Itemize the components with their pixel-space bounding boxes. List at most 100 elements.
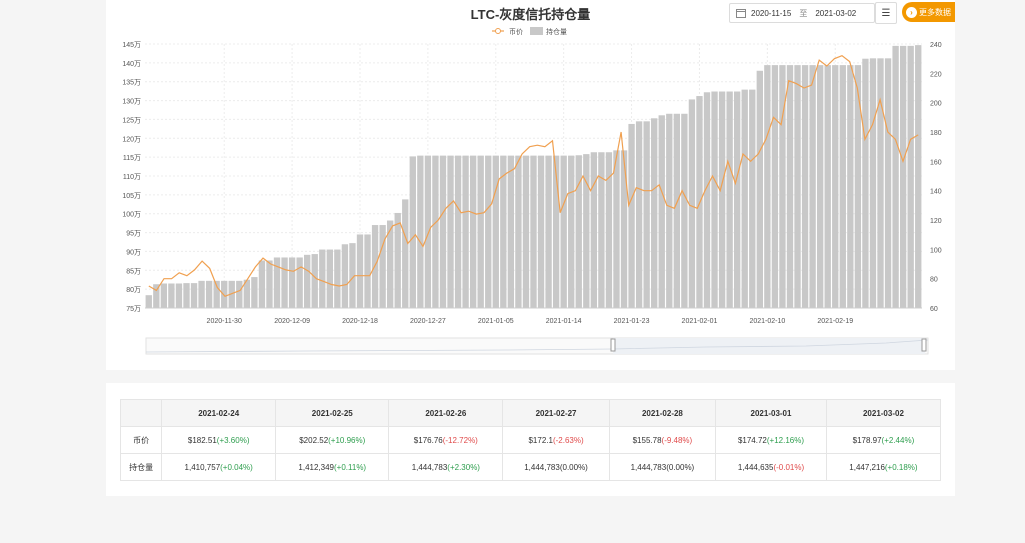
x-tick-label: 2021-02-10 [749, 318, 785, 325]
holding-bar [530, 155, 537, 308]
right-tick-label: 180 [930, 130, 942, 137]
holding-bar [462, 155, 469, 308]
right-tick-label: 80 [930, 277, 938, 284]
left-tick-label: 115万 [123, 154, 141, 162]
table-date-header: 2021-02-24 [161, 399, 277, 427]
holdings-change: (0.00%) [559, 462, 588, 472]
left-tick-label: 120万 [122, 135, 141, 143]
holding-bar [847, 65, 854, 309]
holding-bar [492, 155, 499, 308]
left-tick-label: 75万 [126, 305, 141, 313]
left-tick-label: 145万 [122, 41, 141, 49]
price-cell: $176.76(-12.72%) [388, 426, 504, 454]
table-date-header: 2021-02-28 [608, 399, 717, 427]
holding-bar [432, 155, 439, 308]
table-date-header: 2021-03-01 [715, 399, 827, 427]
holdings-value: 1,444,783 [524, 462, 560, 472]
left-tick-label: 85万 [126, 267, 141, 275]
holding-bar [319, 249, 326, 308]
price-value: $202.52 [299, 435, 329, 445]
holding-bar [801, 65, 809, 309]
price-value: $172.1 [528, 435, 553, 445]
right-tick-label: 200 [930, 101, 942, 108]
holding-bar [258, 260, 266, 308]
holding-bar [251, 277, 258, 308]
holding-bar [469, 155, 477, 308]
holding-bar [771, 65, 779, 309]
price-change: (-2.63%) [552, 435, 584, 445]
zoom-handle-right [921, 338, 927, 352]
holdings-cell: 1,412,349(+0.11%) [275, 453, 390, 481]
holdings-value: 1,444,783 [630, 462, 667, 472]
holding-bar [613, 150, 620, 308]
table-date-header: 2021-03-02 [825, 399, 942, 427]
holding-bar [379, 225, 386, 308]
table-date-header: 2021-02-25 [275, 399, 390, 427]
holding-bar [454, 155, 462, 308]
holding-bar [205, 280, 213, 308]
holding-bar [545, 155, 552, 308]
holdings-value: 1,410,757 [184, 462, 221, 472]
table-corner-cell [119, 399, 163, 427]
chart-card: LTC-灰度信托持仓量 2020-11-15 至 2021-03-02 ☰ › … [106, 0, 955, 370]
holding-bar [296, 257, 303, 308]
right-tick-label: 140 [930, 189, 942, 196]
left-tick-label: 110万 [123, 173, 141, 181]
legend-price-label: 币价 [509, 28, 523, 36]
price-cell: $174.72(+12.16%) [715, 426, 827, 454]
right-tick-label: 120 [930, 218, 942, 225]
legend-holdings-swatch [530, 27, 543, 35]
holdings-change: (+0.18%) [884, 462, 918, 472]
holding-bar [198, 280, 205, 308]
holding-bar [326, 249, 333, 308]
price-value: $178.97 [852, 435, 882, 445]
legend-holdings-label: 持仓量 [546, 27, 567, 36]
holding-bar [477, 155, 484, 308]
price-value: $176.76 [413, 435, 443, 445]
holding-bar [877, 58, 884, 309]
holding-bar [183, 283, 190, 308]
holdings-value: 1,412,349 [298, 462, 334, 472]
price-cell: $178.97(+2.44%) [825, 426, 942, 454]
holding-bar [304, 254, 311, 308]
price-change: (+10.96%) [328, 435, 366, 445]
holding-bar [915, 45, 922, 308]
holdings-change: (-0.01%) [773, 462, 805, 472]
holdings-change: (+2.30%) [447, 462, 480, 472]
holding-bar [854, 65, 862, 309]
holding-bar [560, 155, 567, 308]
holding-bar [899, 45, 907, 309]
x-tick-label: 2021-01-14 [546, 318, 582, 325]
holding-bar [221, 280, 228, 308]
x-tick-label: 2021-01-05 [478, 318, 514, 325]
holding-bar [500, 155, 507, 308]
price-change: (+2.44%) [881, 435, 915, 445]
table-date-header: 2021-02-27 [502, 399, 610, 427]
holding-bar [175, 283, 183, 308]
holding-bar [907, 45, 914, 309]
holding-bar [190, 283, 198, 308]
price-change: (+3.60%) [216, 435, 250, 445]
price-change: (-9.48%) [661, 435, 693, 445]
holdings-change: (+0.04%) [220, 462, 253, 472]
holding-bar [869, 58, 877, 309]
holding-bar [394, 212, 401, 308]
right-tick-label: 220 [930, 71, 942, 78]
holding-bar [288, 257, 296, 308]
x-tick-label: 2021-01-23 [614, 318, 650, 325]
holding-bar [741, 89, 748, 309]
data-table: 2021-02-24 2021-02-25 2021-02-26 2021-02-27… [119, 399, 942, 481]
holdings-cell: 1,444,783(+2.30%) [388, 453, 504, 481]
zoom-handle-left [610, 338, 616, 352]
left-tick-label: 130万 [122, 98, 141, 106]
holding-bar [892, 45, 899, 309]
holding-bar [402, 199, 409, 308]
holding-bar [266, 260, 273, 308]
holding-bar [673, 113, 681, 309]
holding-bar [334, 249, 341, 308]
holding-bar [832, 65, 839, 309]
holding-bar [711, 91, 718, 309]
left-tick-label: 90万 [126, 248, 141, 256]
holding-bar [168, 283, 175, 308]
holding-bar [590, 152, 598, 308]
